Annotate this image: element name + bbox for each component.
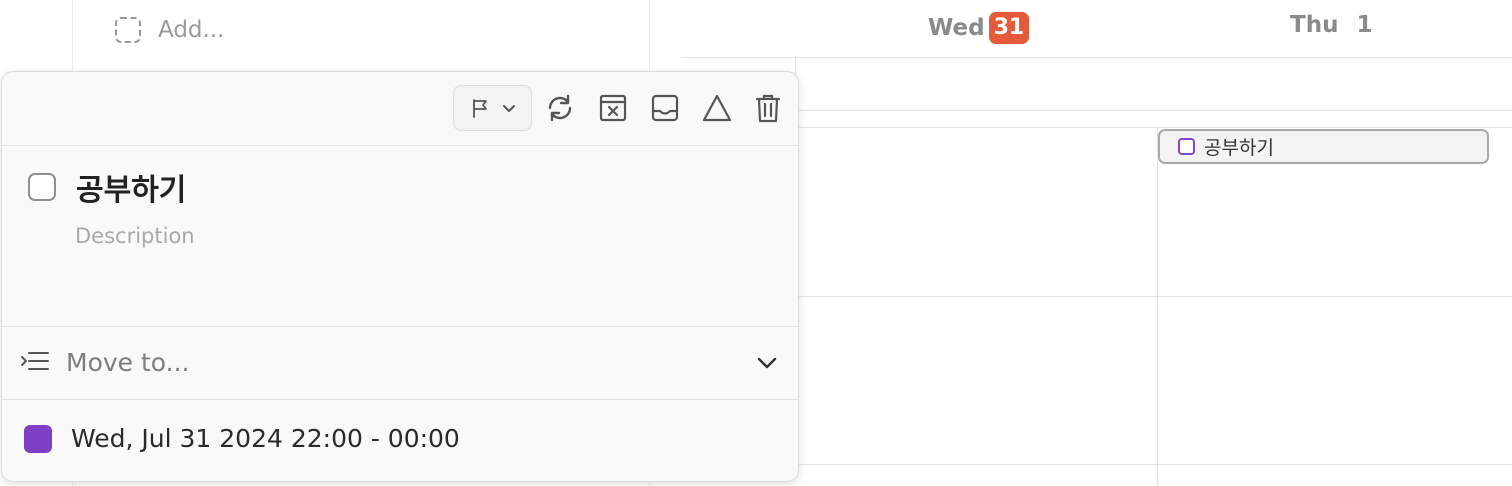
grid-line	[682, 127, 1512, 128]
inbox-icon[interactable]	[649, 92, 681, 124]
description-field[interactable]: Description	[75, 224, 195, 248]
event-date-row[interactable]: Wed, Jul 31 2024 22:00 - 00:00	[24, 424, 460, 453]
calendar-event[interactable]: 공부하기	[1158, 129, 1489, 164]
day-name: Wed	[928, 15, 985, 41]
popover-toolbar	[2, 72, 798, 146]
hour-line	[795, 296, 1512, 297]
day-name: Thu	[1290, 12, 1339, 38]
repeat-icon[interactable]	[544, 92, 576, 124]
chevron-down-icon	[757, 357, 777, 369]
move-list-icon	[21, 352, 49, 370]
today-badge: 31	[988, 12, 1030, 44]
day-header-wed[interactable]: Wed 31	[928, 12, 1030, 44]
calendar-header: Wed 31 Thu 1	[682, 0, 1512, 58]
task-checkbox[interactable]	[28, 173, 56, 201]
remove-from-calendar-icon[interactable]	[597, 92, 629, 124]
day-number: 1	[1356, 12, 1373, 38]
move-to-label: Move to...	[66, 348, 190, 377]
task-title-row: 공부하기	[28, 165, 186, 209]
hour-line	[795, 464, 1512, 465]
someday-triangle-icon[interactable]	[701, 92, 733, 124]
calendar-color-swatch[interactable]	[24, 424, 52, 453]
event-date-range: Wed, Jul 31 2024 22:00 - 00:00	[71, 424, 460, 453]
add-task-label[interactable]: Add...	[158, 17, 224, 43]
day-header-thu[interactable]: Thu 1	[1290, 12, 1372, 38]
trash-icon[interactable]	[752, 92, 784, 124]
event-checkbox[interactable]	[1178, 138, 1195, 155]
flag-icon	[472, 99, 487, 118]
move-to-dropdown[interactable]: Move to...	[2, 326, 798, 400]
day-column-divider	[1157, 128, 1158, 486]
all-day-row[interactable]	[795, 57, 1512, 111]
add-task-row[interactable]: Add...	[115, 17, 224, 43]
task-detail-popover: 공부하기 Description Move to... Wed, Jul 31 …	[1, 71, 799, 482]
event-title: 공부하기	[1204, 137, 1274, 159]
add-checkbox-placeholder	[115, 17, 141, 43]
task-title[interactable]: 공부하기	[76, 165, 186, 209]
priority-flag-button[interactable]	[453, 85, 532, 131]
chevron-down-icon	[502, 105, 515, 112]
